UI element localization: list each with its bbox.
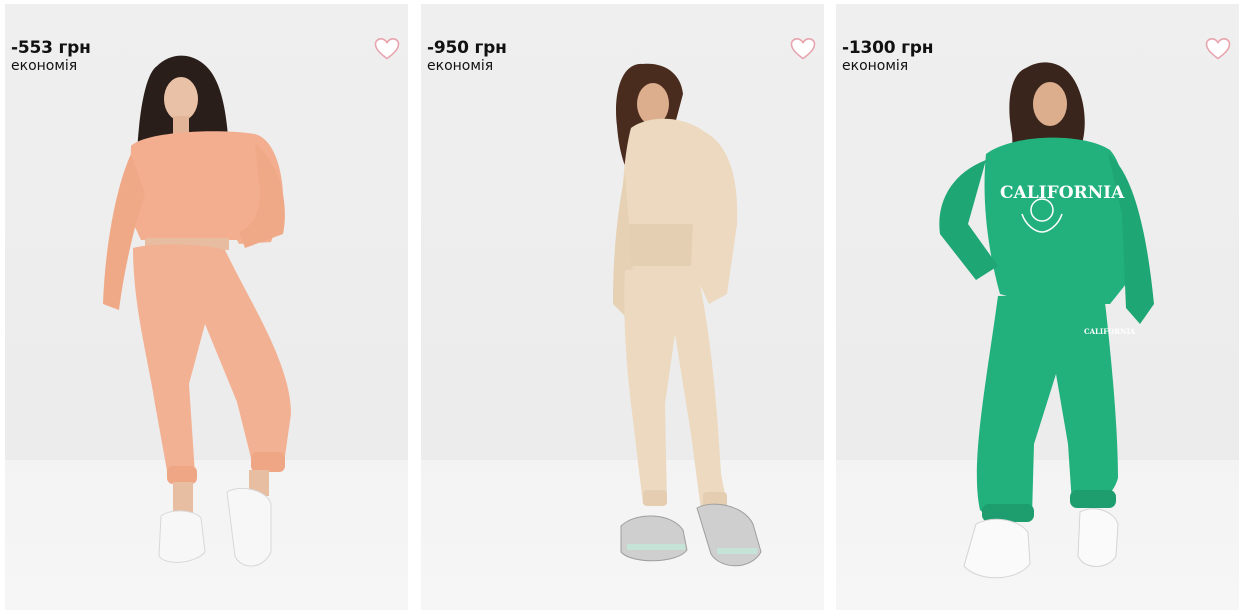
saving-label: економія xyxy=(427,58,494,74)
discount-amount: -950 грн xyxy=(427,38,507,58)
discount-amount: -1300 грн xyxy=(842,38,934,58)
saving-label: економія xyxy=(842,58,909,74)
product-grid: -553 грн економія -950 грн економія CALI… xyxy=(0,0,1246,616)
saving-label: економія xyxy=(11,58,78,74)
product-card[interactable]: CALIFORNIA CALIFORNIA -1300 грн економія xyxy=(836,4,1239,610)
product-photo[interactable] xyxy=(421,4,824,610)
discount-amount: -553 грн xyxy=(11,38,91,58)
product-card[interactable]: -950 грн економія xyxy=(421,4,824,610)
heart-outline-icon[interactable] xyxy=(374,37,400,61)
print-pants-text: CALIFORNIA xyxy=(1084,327,1136,336)
heart-outline-icon[interactable] xyxy=(790,37,816,61)
product-photo[interactable]: CALIFORNIA CALIFORNIA xyxy=(836,4,1239,610)
heart-outline-icon[interactable] xyxy=(1205,37,1231,61)
product-photo[interactable] xyxy=(5,4,408,610)
print-text: CALIFORNIA xyxy=(1000,183,1125,203)
product-card[interactable]: -553 грн економія xyxy=(5,4,408,610)
